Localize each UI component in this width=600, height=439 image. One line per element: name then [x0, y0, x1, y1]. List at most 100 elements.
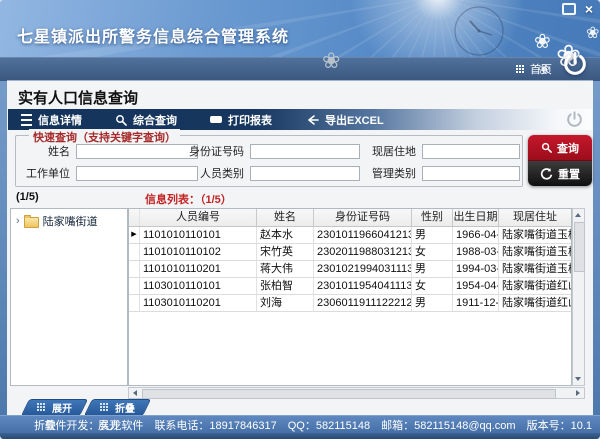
id-number-input[interactable]	[250, 143, 360, 159]
row-indicator	[129, 278, 140, 294]
tab-label: 综合查询	[133, 114, 177, 127]
person-category-label: 人员类别	[200, 168, 244, 180]
table-cell: 1988-03-12	[453, 244, 499, 260]
scroll-up-icon[interactable]	[575, 213, 581, 217]
horizontal-scroll-thumb[interactable]	[142, 389, 556, 399]
table-cell: 陆家嘴街道红山村李家	[502, 280, 571, 292]
nav-home-button[interactable]: 首页	[516, 61, 552, 77]
search-buttons: 查询 重置	[528, 135, 592, 186]
list-title: 信息列表：（1/5）	[145, 194, 232, 206]
column-header-name[interactable]: 姓名	[257, 209, 314, 226]
window-bottom-edge	[0, 433, 600, 439]
column-header-address[interactable]: 现居住址	[499, 209, 571, 226]
folder-icon	[23, 214, 39, 228]
tree-item-label: 陆家嘴街道	[42, 216, 98, 228]
column-header-id-number[interactable]: 身份证号码	[314, 209, 412, 226]
column-header-birth-date[interactable]: 出生日期	[453, 209, 499, 226]
table-cell: 女	[412, 244, 453, 260]
table-cell: 赵本水	[257, 227, 314, 243]
printer-icon	[210, 116, 222, 123]
table-cell: 陆家嘴街道红山村李家	[502, 297, 571, 309]
grid-icon	[516, 64, 525, 74]
tab-info-details[interactable]: 信息详情	[21, 112, 82, 128]
row-indicator	[129, 244, 140, 260]
table-cell: 陆家嘴街道玉树社区康	[502, 263, 571, 275]
status-email: 邮箱：582115148@qq.com	[381, 420, 516, 432]
management-category-input[interactable]	[422, 165, 520, 181]
person-table: 人员编号 姓名 身份证号码 性别 出生日期 现居住址 ▶ 110101011010…	[128, 208, 572, 386]
table-cell: 女	[412, 278, 453, 294]
toolbar: 信息详情 综合查询 打印报表 导出EXCEL	[8, 109, 592, 130]
management-category-label: 管理类别	[372, 168, 416, 180]
power-button[interactable]	[561, 50, 589, 83]
work-unit-input[interactable]	[76, 165, 198, 181]
id-number-label: 身份证号码	[189, 146, 244, 158]
clock-decoration	[454, 6, 504, 56]
table-cell: 230601191112221211	[314, 295, 412, 311]
tab-label: 导出EXCEL	[325, 114, 384, 127]
table-cell: 男	[412, 227, 453, 243]
column-header-person-no[interactable]: 人员编号	[140, 209, 257, 226]
table-header: 人员编号 姓名 身份证号码 性别 出生日期 现居住址	[129, 209, 571, 227]
tab-comprehensive-query[interactable]: 综合查询	[115, 112, 177, 128]
collapse-tab-label: 折叠	[115, 404, 135, 415]
scroll-left-icon[interactable]	[133, 390, 137, 396]
page-title: 实有人口信息查询	[18, 90, 139, 107]
collapse-tab[interactable]: 折叠	[83, 399, 152, 416]
tab-export-excel[interactable]: 导出EXCEL	[305, 112, 384, 128]
work-unit-label: 工作单位	[26, 168, 70, 180]
person-category-input[interactable]	[250, 165, 360, 181]
vertical-scrollbar[interactable]	[572, 208, 585, 386]
status-bar: 折叠 展开 软件开发：久龙软件 联系电话：18917846317 QQ：5821…	[0, 415, 600, 434]
table-row[interactable]: ▶1101010110101赵本水230101196604121311男1966…	[129, 227, 571, 244]
refresh-icon	[540, 167, 553, 180]
expand-tab[interactable]: 展开	[20, 399, 89, 416]
table-row[interactable]: 1101010110102宋竹英230201198803121322女1988-…	[129, 244, 571, 261]
status-developer: 软件开发：久龙软件	[44, 420, 144, 432]
search-icon	[541, 142, 552, 153]
table-cell: 陆家嘴街道玉树社区康	[502, 246, 571, 258]
table-row[interactable]: 1103010110101张柏智230101195404111322女1954-…	[129, 278, 571, 295]
column-header-gender[interactable]: 性别	[412, 209, 453, 226]
toolbar-power-icon[interactable]	[565, 110, 584, 134]
table-cell: 宋竹英	[257, 244, 314, 260]
title-bar: 七星镇派出所警务信息综合管理系统 ×	[0, 0, 600, 57]
vertical-scroll-thumb[interactable]	[574, 222, 585, 272]
tree-item-street[interactable]: › 陆家嘴街道	[11, 209, 127, 229]
name-input[interactable]	[76, 143, 198, 159]
search-icon	[116, 114, 127, 126]
table-cell: 230201198803121322	[314, 244, 412, 260]
app-title: 七星镇派出所警务信息综合管理系统	[17, 29, 290, 46]
header-indicator-spacer	[129, 209, 140, 226]
table-cell: 1103010110101	[140, 278, 257, 294]
nav-home-label: 首页	[530, 64, 552, 76]
status-phone: 联系电话：18917846317	[154, 420, 277, 432]
quick-search-groupbox: 快速查询（支持关键字查询） 姓名 身份证号码 现居住地 工作单位 人员类别 管理…	[15, 129, 523, 187]
query-button[interactable]: 查询	[528, 135, 592, 161]
table-cell: 男	[412, 295, 453, 311]
page-indicator: (1/5)	[16, 191, 39, 203]
menu-icon	[21, 113, 32, 126]
table-cell: 陆家嘴街道玉树社区康	[502, 229, 571, 241]
scroll-right-icon[interactable]	[576, 390, 580, 396]
expand-tab-label: 展开	[52, 404, 72, 415]
residence-input[interactable]	[422, 143, 520, 159]
table-cell: 刘海	[257, 295, 314, 311]
minimize-icon[interactable]	[561, 3, 576, 15]
nav-band	[0, 57, 600, 81]
table-cell: 230101195404111322	[314, 278, 412, 294]
horizontal-scrollbar[interactable]	[128, 387, 585, 399]
app-window: 七星镇派出所警务信息综合管理系统 × 首页 ❀ ❀ ❀ ❀ ❀ 实有人口信息查询…	[0, 0, 600, 439]
table-cell: 1101010110201	[140, 261, 257, 277]
reset-button[interactable]: 重置	[528, 161, 592, 186]
table-cell: 蒋大伟	[257, 261, 314, 277]
scroll-down-icon[interactable]	[575, 377, 581, 381]
table-cell: 1994-03-11	[453, 261, 499, 277]
tab-print-report[interactable]: 打印报表	[210, 112, 272, 128]
table-row[interactable]: 1101010110201蒋大伟230102199403111311男1994-…	[129, 261, 571, 278]
query-button-label: 查询	[557, 142, 579, 155]
close-icon[interactable]: ×	[585, 2, 593, 16]
table-row[interactable]: 1103010110201刘海230601191112221211男1911-1…	[129, 295, 571, 312]
row-indicator: ▶	[129, 227, 140, 243]
table-cell: 1103010110201	[140, 295, 257, 311]
